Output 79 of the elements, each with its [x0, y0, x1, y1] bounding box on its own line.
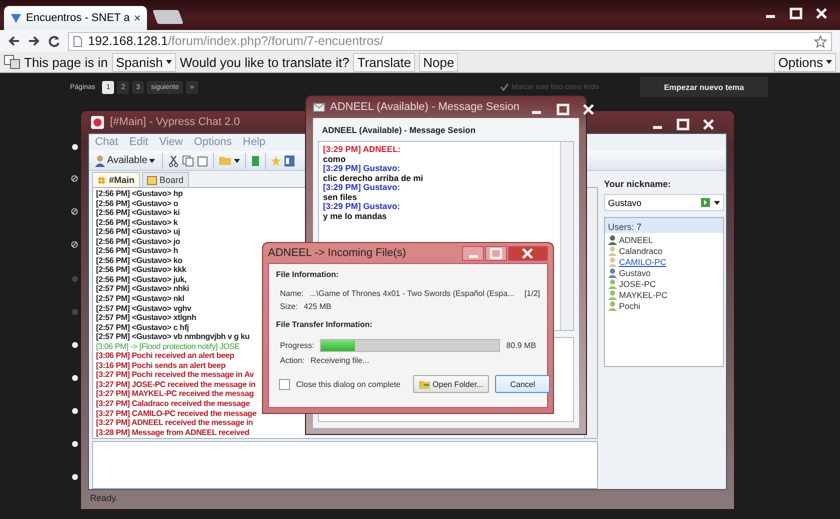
chat-line: [2:56 PM] <Gustavo> ki	[96, 208, 180, 218]
field-label: Action:	[280, 356, 304, 365]
section-heading: File Transfer Information:	[276, 320, 374, 329]
chat-line: [2:57 PM] <Gustavo> c hfj	[96, 322, 189, 332]
chat-line: [3:06 PM] -> [Flood protection notify] JOSE	[96, 342, 240, 352]
chat-line: [2:57 PM] <Gustavo> xtlgnh	[96, 313, 196, 323]
chat-line: [3:28 PM] Message from ADNEEL received	[96, 428, 250, 438]
status-dropdown[interactable]: Available	[93, 154, 158, 166]
address-field[interactable]: 192.168.128.1/forum/index.php?/forum/7-encuentros/	[68, 32, 832, 50]
users-count: Users: 7	[605, 218, 723, 233]
chat-line: [2:57 PM] <Gustavo> nkl	[96, 294, 184, 304]
chat-tab[interactable]: #Main	[92, 172, 140, 187]
chat-line: [3:27 PM] MAYKEL-PC received the messag	[96, 389, 254, 400]
message-header: [3:29 PM] Gustavo:	[323, 183, 400, 192]
session-header: ADNEEL (Available) - Message Sesion	[322, 125, 477, 135]
message-header: [3:29 PM] Gustavo:	[323, 164, 400, 174]
user-item[interactable]: ADNEEL	[608, 234, 654, 245]
chat-line: [2:56 PM] <Gustavo> hp	[96, 189, 183, 199]
chat-line: [2:57 PM] <Gustavo> vghv	[96, 304, 192, 314]
chat-line: [2:56 PM] <Gustavo> jo	[96, 236, 180, 246]
window-title: ADNEEL (Available) - Message Sesion	[330, 101, 520, 113]
action-text: Receiveing file...	[310, 356, 370, 365]
chat-line: [2:56 PM] <Gustavo> uj	[96, 227, 180, 237]
chat-line: [2:56 PM] <Gustavo> k	[96, 218, 178, 228]
section-heading: File Information:	[276, 270, 340, 279]
window-title: [#Main] - Vypress Chat 2.0	[110, 116, 240, 128]
nickname-label: Your nickname:	[604, 179, 672, 189]
chat-line: [2:56 PM] <Gustavo> juk,	[96, 274, 186, 284]
tab-close-button[interactable]: ×	[134, 11, 141, 25]
url-text: 192.168.128.1/forum/index.php?/forum/7-encuentros/	[88, 34, 384, 48]
new-topic-button[interactable]: Empezar nuevo tema	[640, 77, 768, 97]
chat-line: [3:27 PM] JOSE-PC received the message in	[96, 380, 256, 390]
checkbox-label: Close this dialog on complete	[296, 380, 401, 388]
chat-line: [3:27 PM] CAMILO-PC received the message	[96, 408, 256, 418]
message-header: [3:29 PM] ADNEEL:	[323, 145, 401, 154]
message-header: [3:29 PM] Gustavo:	[323, 202, 400, 212]
field-label: Size:	[280, 302, 298, 311]
message-text: y me lo mandas	[323, 212, 387, 221]
progress-reading: 80.9 MB	[506, 341, 536, 350]
message-text: sen files	[323, 192, 358, 202]
user-item[interactable]: JOSE-PC	[608, 278, 656, 289]
chat-line: [3:16 PM] Pochi sends an alert beep	[96, 360, 226, 370]
browser-tab[interactable]: Encuentros - SNET a ×	[4, 6, 147, 30]
chat-line: [3:06 PM] Pochi received an alert beep	[96, 351, 234, 361]
file-name: ...\Game of Thrones 4x01 - Two Swords (Español (Espa...	[310, 289, 516, 298]
translate-button[interactable]: Translate	[353, 52, 416, 72]
tab-title: Encuentros - SNET a	[26, 12, 130, 24]
language-dropdown[interactable]: Spanish	[112, 52, 176, 72]
nickname-field[interactable]: Gustavo	[604, 194, 724, 211]
field-label: Progress:	[280, 341, 314, 350]
chat-tab[interactable]: Board	[142, 172, 189, 187]
chat-line: [3:27 PM] ADNEEL received the message in	[96, 418, 253, 428]
file-counter: [1/2]	[524, 289, 540, 298]
user-item[interactable]: MAYKEL-PC	[608, 289, 668, 300]
open-folder-button[interactable]: Open Folder...	[412, 375, 490, 393]
translate-question: Would you like to translate it?	[180, 54, 350, 70]
translate-prompt: This page is in	[24, 54, 108, 70]
message-text: como	[323, 154, 346, 164]
chat-line: [2:57 PM] <Gustavo> nhki	[96, 284, 190, 294]
chat-line: [2:57 PM] <Gustavo> vb nmbngvjbh v g ku	[96, 332, 250, 342]
status-text: Ready.	[89, 492, 119, 505]
user-item[interactable]: Gustavo	[608, 267, 651, 278]
chat-line: [2:56 PM] <Gustavo> kkk	[96, 265, 186, 275]
field-label: Name:	[280, 289, 304, 298]
dismiss-button[interactable]: Nope	[419, 52, 458, 72]
user-item[interactable]: Pochi	[608, 300, 640, 311]
nickname-text: Gustavo	[608, 198, 643, 208]
chat-line: [2:56 PM] <Gustavo> h	[96, 246, 178, 256]
cancel-button[interactable]: Cancel	[495, 375, 550, 393]
user-item[interactable]: Calandraco	[608, 245, 662, 256]
chat-line: [2:56 PM] <Gustavo> o	[96, 198, 178, 208]
dialog-title: ADNEEL -> Incoming File(s)	[268, 247, 408, 259]
chat-line: [3:27 PM] Pochi received the message in Av	[96, 370, 254, 380]
options-button[interactable]: Options	[774, 52, 836, 72]
message-text: clic derecho arriba de mi	[323, 174, 424, 183]
chat-line: [2:56 PM] <Gustavo> ko	[96, 256, 182, 266]
file-size: 425 MB	[304, 302, 332, 311]
user-item[interactable]: CAMILO-PC	[608, 256, 666, 267]
chat-line: [3:27 PM] Caladraco received the message	[96, 399, 250, 409]
